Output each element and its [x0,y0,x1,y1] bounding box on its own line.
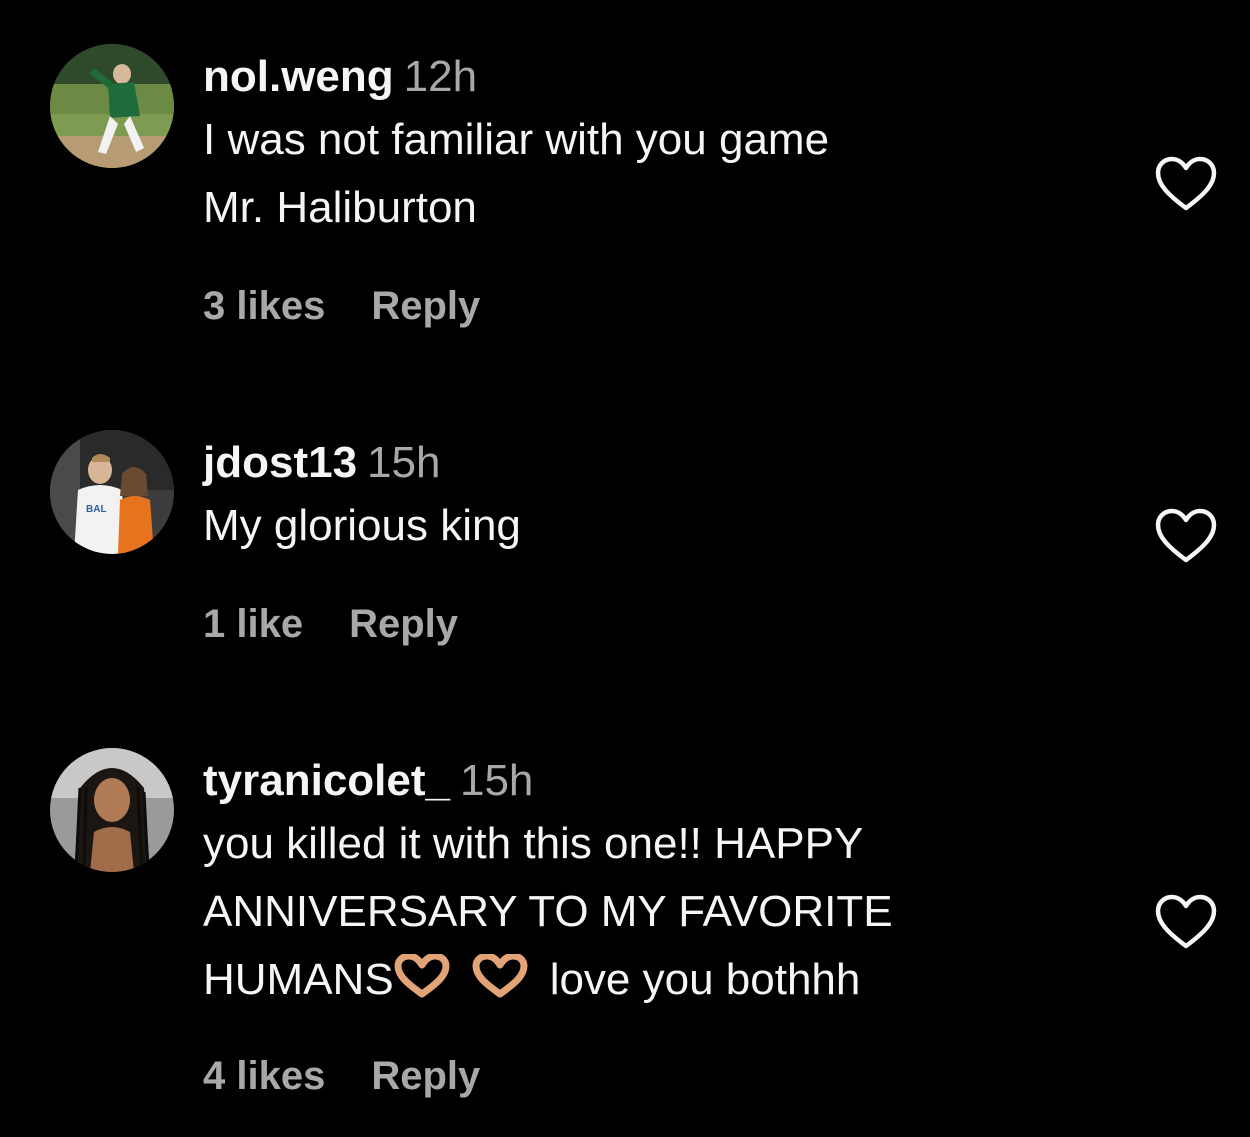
likes-count[interactable]: 1 like [203,602,303,647]
comment-actions: 1 like Reply [203,602,458,647]
woman-braids-avatar-image [50,748,174,872]
comment-text: I was not familiar with you game Mr. Hal… [203,106,1123,242]
comment-text-line: you killed it with this one!! HAPPY [203,819,864,868]
username[interactable]: jdost13 [203,438,357,487]
comment-text-segment: HUMANS [203,955,394,1004]
comment-text-line: I was not familiar with you game [203,115,830,164]
heart-hands-emoji [394,950,450,998]
comment-text: you killed it with this one!! HAPPY ANNI… [203,810,1123,1014]
username[interactable]: tyranicolet_ [203,756,450,805]
comment-text-line: Mr. Haliburton [203,183,477,232]
svg-text:BAL: BAL [86,504,107,515]
avatar[interactable]: BAL [50,430,174,554]
comment-text: My glorious king [203,492,1123,560]
timestamp: 12h [403,52,478,101]
comment-actions: 4 likes Reply [203,1054,480,1099]
reply-button[interactable]: Reply [371,1054,480,1099]
timestamp: 15h [459,756,534,805]
heart-outline-icon[interactable] [1155,156,1217,212]
comment-text-line: ANNIVERSARY TO MY FAVORITE [203,887,893,936]
comment-text-segment: love you bothhh [549,955,861,1004]
heart-outline-icon[interactable] [1155,894,1217,950]
username[interactable]: nol.weng [203,52,394,101]
heart-hands-emoji [472,950,528,998]
comment-actions: 3 likes Reply [203,284,480,329]
avatar[interactable] [50,44,174,168]
likes-count[interactable]: 4 likes [203,1054,325,1099]
baseball-pitcher-avatar-image [50,44,174,168]
reply-button[interactable]: Reply [371,284,480,329]
couple-photo-avatar-image: BAL [50,430,174,554]
comment-text-line: My glorious king [203,501,521,550]
comment-text-line: HUMANS love you bothhh [203,946,1123,1014]
timestamp: 15h [367,438,441,487]
reply-button[interactable]: Reply [349,602,458,647]
heart-outline-icon[interactable] [1155,508,1217,564]
avatar[interactable] [50,748,174,872]
likes-count[interactable]: 3 likes [203,284,325,329]
